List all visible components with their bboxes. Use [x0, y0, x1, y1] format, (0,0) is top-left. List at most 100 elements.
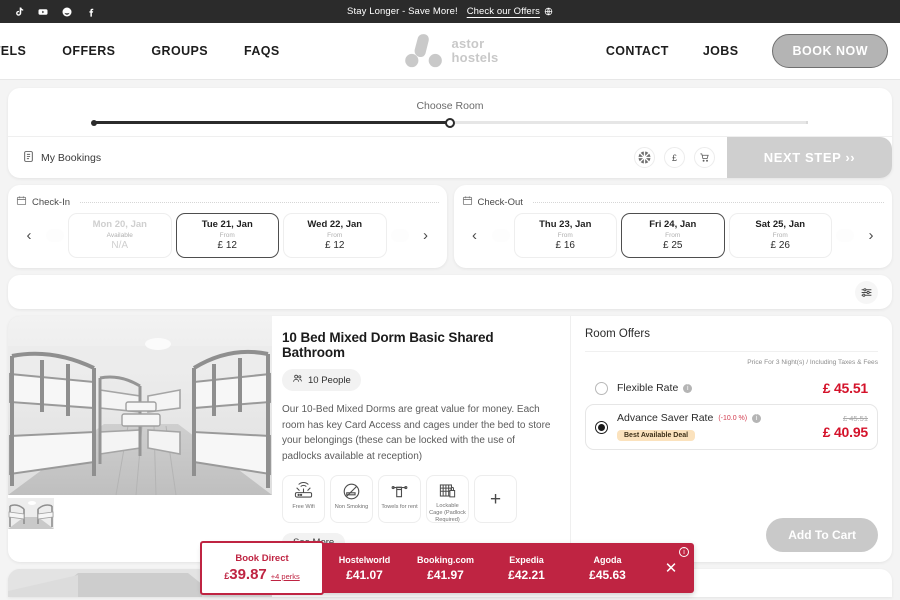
currency-selector[interactable]: £ [664, 147, 685, 168]
calendar-icon [462, 193, 473, 211]
amenity-non-smoking[interactable]: Non Smoking [330, 475, 373, 523]
my-bookings-label: My Bookings [41, 151, 102, 164]
rate-flexible-main: Flexible Rate i [617, 382, 823, 394]
price-comparison-bar: Book Direct £39.87 +4 perks Hostelworld … [200, 541, 694, 595]
offers-divider [585, 351, 878, 352]
youtube-icon[interactable] [36, 5, 49, 18]
competitor-booking-price: £41.97 [427, 567, 464, 582]
checkout-date-strip: ‹ Thu 23, Jan From £ 16 Fri 24, Jan From… [462, 213, 885, 258]
brand-logo[interactable]: astor hostels [402, 31, 499, 71]
page-body: Choose Room My Bookings £ NEXT STEP ›› C… [0, 80, 900, 597]
book-direct-perks-link[interactable]: +4 perks [271, 572, 300, 581]
brand-line-2: hostels [451, 50, 499, 65]
nav-item-faqs[interactable]: FAQS [244, 44, 280, 58]
nav-left-group: STELS OFFERS GROUPS FAQS [0, 44, 280, 58]
sliders-icon[interactable] [855, 280, 878, 304]
nav-right-group: CONTACT JOBS BOOK NOW [606, 34, 900, 68]
progress-track[interactable] [91, 117, 808, 128]
nav-item-offers[interactable]: OFFERS [62, 44, 115, 58]
progress-knob[interactable] [445, 117, 455, 128]
amenity-lockable-cage[interactable]: Lockable Cage (Padlock Required) [426, 475, 469, 523]
checkout-date-2-price: £ 26 [770, 240, 790, 251]
room-title: 10 Bed Mixed Dorm Basic Shared Bathroom [282, 330, 494, 360]
amenity-more-button[interactable]: + [474, 475, 517, 523]
competitor-prices: Hostelworld £41.07 Booking.com £41.97 Ex… [324, 543, 648, 593]
book-now-button[interactable]: BOOK NOW [772, 34, 888, 68]
checkout-header: Check-Out [462, 193, 884, 211]
globe-icon [544, 7, 553, 16]
checkin-date-0[interactable]: Mon 20, Jan Available N/A [68, 213, 172, 258]
rate-option-advance-saver[interactable]: Advance Saver Rate (-10.0 %) i Best Avai… [585, 404, 878, 450]
room-description: Our 10-Bed Mixed Dorms are great value f… [282, 404, 551, 462]
checkin-date-1[interactable]: Tue 21, Jan From £ 12 [175, 213, 279, 258]
nav-item-jobs[interactable]: JOBS [703, 44, 739, 58]
checkin-date-2-price: £ 12 [325, 240, 345, 251]
checkin-date-2-day: Wed 22, Jan [307, 219, 363, 230]
checkout-date-0[interactable]: Thu 23, Jan From £ 16 [513, 213, 617, 258]
book-direct-panel[interactable]: Book Direct £39.87 +4 perks [200, 541, 324, 595]
checkin-date-0-day: Mon 20, Jan [92, 219, 147, 230]
rate-option-flexible[interactable]: Flexible Rate i £ 45.51 [585, 372, 878, 404]
checkout-date-1[interactable]: Fri 24, Jan From £ 25 [621, 213, 725, 258]
facebook-icon[interactable] [84, 5, 97, 18]
cart-action-row: Add To Cart [766, 518, 878, 552]
amenity-non-smoking-label: Non Smoking [334, 504, 369, 510]
checkin-edge-pill-right [390, 229, 409, 242]
nav-item-groups[interactable]: GROUPS [151, 44, 208, 58]
cart-icon[interactable] [694, 147, 715, 168]
room-thumbnail-1[interactable] [8, 498, 54, 529]
info-icon[interactable]: i [752, 413, 762, 423]
checkin-picker: Check-In ‹ Mon 20, Jan Available N/A Tue… [8, 185, 447, 268]
announcement-text-wrap: Stay Longer - Save More! Check our Offer… [0, 6, 900, 17]
checkout-date-2-day: Sat 25, Jan [755, 219, 806, 230]
amenity-towels[interactable]: Towels for rent [378, 475, 421, 523]
compare-info-icon[interactable]: i [679, 547, 689, 557]
rate-radio-flexible[interactable] [595, 381, 608, 395]
lockable-cage-icon [438, 481, 457, 500]
next-step-button[interactable]: NEXT STEP ›› [727, 137, 892, 178]
book-direct-price: £39.87 [224, 566, 267, 583]
book-direct-amount: 39.87 [229, 566, 267, 583]
competitor-expedia-name: Expedia [509, 554, 544, 565]
rate-advance-discount: (-10.0 %) [718, 414, 748, 422]
room-info: 10 Bed Mixed Dorm Basic Shared Bathroom … [272, 316, 570, 562]
amenity-free-wifi[interactable]: Free Wifi [282, 475, 325, 523]
checkin-divider [80, 201, 439, 203]
checkout-date-0-sub: From [557, 232, 573, 239]
rate-radio-advance-saver[interactable] [595, 420, 608, 434]
checkin-edge-pill [46, 229, 64, 242]
nav-item-contact[interactable]: CONTACT [606, 44, 669, 58]
calendar-icon [16, 193, 27, 211]
competitor-hostelworld-price: £41.07 [346, 567, 383, 582]
announcement-bar: Stay Longer - Save More! Check our Offer… [0, 0, 900, 23]
room-amenities: Free Wifi Non Smoking Towels for rent Lo… [282, 475, 554, 523]
towel-icon [390, 481, 409, 501]
check-offers-label: Check our Offers [466, 6, 540, 17]
my-bookings-link[interactable]: My Bookings [22, 150, 101, 166]
instagram-icon[interactable] [60, 5, 73, 18]
check-offers-link[interactable]: Check our Offers [467, 6, 553, 17]
checkout-edge-pill [491, 229, 510, 242]
rate-advance-prices: £ 45.51 £ 40.95 [823, 414, 869, 440]
add-to-cart-button[interactable]: Add To Cart [766, 518, 878, 552]
offers-price-note: Price For 3 Night(s) / Including Taxes &… [747, 359, 878, 366]
tiktok-icon[interactable] [12, 5, 25, 18]
room-photo[interactable] [8, 316, 272, 495]
nav-item-hostels[interactable]: STELS [0, 44, 26, 58]
room-capacity-chip: 10 People [282, 369, 361, 391]
book-direct-label: Book Direct [235, 553, 289, 564]
room-media [8, 316, 272, 562]
social-links [12, 5, 97, 18]
rate-advance-main: Advance Saver Rate (-10.0 %) i Best Avai… [617, 412, 823, 442]
info-icon[interactable]: i [683, 383, 693, 393]
checkout-date-2[interactable]: Sat 25, Jan From £ 26 [728, 213, 832, 258]
checkin-prev-button[interactable]: ‹ [16, 214, 42, 258]
wifi-router-icon [293, 481, 314, 501]
people-icon [292, 373, 303, 387]
checkout-next-button[interactable]: › [858, 214, 884, 258]
language-flag-icon[interactable] [634, 147, 655, 168]
checkin-date-2[interactable]: Wed 22, Jan From £ 12 [283, 213, 387, 258]
checkout-prev-button[interactable]: ‹ [462, 214, 488, 258]
competitor-booking: Booking.com £41.97 [405, 555, 486, 582]
checkin-next-button[interactable]: › [413, 214, 439, 258]
